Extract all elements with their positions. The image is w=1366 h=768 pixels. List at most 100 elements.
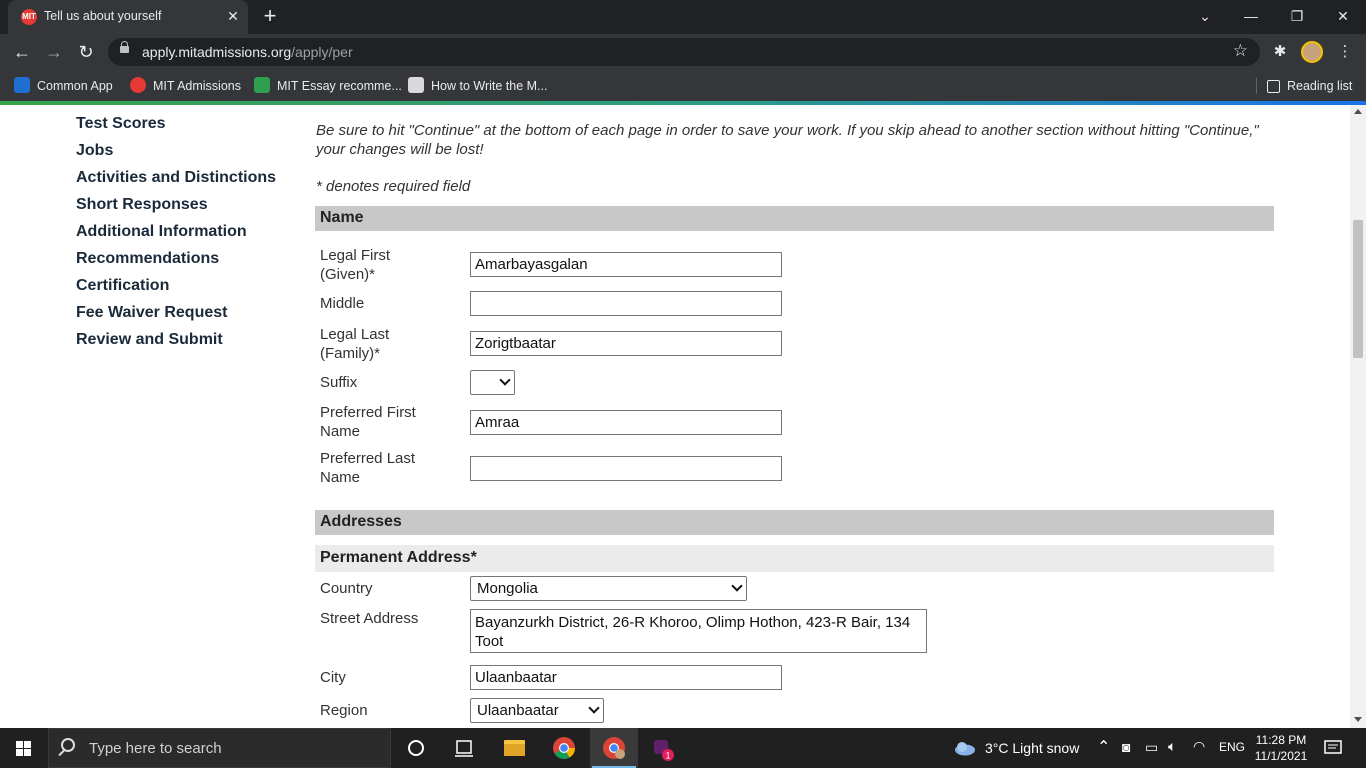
chrome-icon <box>553 737 575 759</box>
page-content: Test Scores Jobs Activities and Distinct… <box>0 105 1350 728</box>
suffix-label: Suffix <box>320 374 358 391</box>
tab-strip: MIT Tell us about yourself ✕ + ⌄ — ❐ ✕ <box>0 0 1366 34</box>
bookmark-divider <box>1256 78 1257 94</box>
task-view-icon <box>455 740 473 757</box>
required-field-note: * denotes required field <box>316 178 471 195</box>
street-address-textarea[interactable]: Bayanzurkh District, 26-R Khoroo, Olimp … <box>470 609 927 653</box>
chevron-down-icon <box>588 702 600 714</box>
task-view-button[interactable] <box>440 728 488 768</box>
cortana-circle-icon <box>408 740 424 756</box>
scroll-down-arrow-icon[interactable] <box>1354 717 1362 722</box>
sidebar-item-test-scores[interactable]: Test Scores <box>76 115 166 133</box>
chrome-button[interactable] <box>540 728 588 768</box>
meet-now-icon[interactable]: ◙ <box>1122 739 1130 755</box>
clock-date: 11/1/2021 <box>1254 749 1308 763</box>
legal-last-name-input[interactable] <box>470 331 782 356</box>
legal-first-label: Legal First (Given)* <box>320 247 391 283</box>
name-section-header: Name <box>315 206 1274 231</box>
legal-first-name-input[interactable] <box>470 252 782 277</box>
reading-list-button[interactable]: Reading list <box>1267 76 1352 96</box>
cortana-button[interactable] <box>392 728 440 768</box>
bookmarks-bar: Common App MIT Admissions MIT Essay reco… <box>0 70 1366 101</box>
taskbar-search[interactable]: Type here to search <box>48 728 391 768</box>
bookmark-how-to-write[interactable]: How to Write the M... <box>408 76 547 96</box>
permanent-address-header: Permanent Address* <box>315 545 1274 572</box>
chrome-profile-button[interactable] <box>590 728 638 768</box>
browser-toolbar: ← → ↻ apply.mitadmissions.org/apply/per … <box>0 34 1366 70</box>
reload-icon[interactable]: ↻ <box>72 38 100 66</box>
wifi-icon[interactable]: ◠ <box>1193 738 1205 755</box>
sidebar-item-certification[interactable]: Certification <box>76 277 169 295</box>
weather-text[interactable]: 3°C Light snow <box>985 740 1079 756</box>
clock-time: 11:28 PM <box>1255 733 1307 747</box>
scrollbar-thumb[interactable] <box>1353 220 1363 358</box>
windows-taskbar: Type here to search 1 3°C Light snow ⌃ ◙… <box>0 728 1366 768</box>
back-arrow-icon[interactable]: ← <box>8 38 36 66</box>
start-button[interactable] <box>0 728 48 768</box>
addresses-section-header: Addresses <box>315 510 1274 535</box>
country-select[interactable]: Mongolia <box>470 576 747 601</box>
middle-label: Middle <box>320 295 365 312</box>
bookmark-common-app[interactable]: Common App <box>14 76 113 96</box>
region-label: Region <box>320 702 368 719</box>
sidebar-item-short-responses[interactable]: Short Responses <box>76 196 208 214</box>
save-notice: Be sure to hit "Continue" at the bottom … <box>316 122 1259 158</box>
bookmark-star-icon[interactable]: ☆ <box>1233 41 1248 61</box>
chevron-down-icon <box>731 580 743 592</box>
show-hidden-icons-chevron-icon[interactable]: ⌃ <box>1097 737 1110 757</box>
sidebar-item-jobs[interactable]: Jobs <box>76 142 113 160</box>
slack-badge-count: 1 <box>665 751 670 761</box>
preferred-first-name-input[interactable] <box>470 410 782 435</box>
battery-icon[interactable]: ▭ <box>1145 739 1158 756</box>
new-tab-button[interactable]: + <box>258 5 282 29</box>
forward-arrow-icon[interactable]: → <box>40 38 68 66</box>
preferred-last-label: Preferred Last Name <box>320 450 416 486</box>
person-thumbnail-icon <box>408 77 424 93</box>
city-label: City <box>320 669 346 686</box>
folder-icon <box>504 740 525 756</box>
tab-search-chevron-icon[interactable]: ⌄ <box>1182 0 1228 32</box>
mit-favicon-icon: MIT <box>21 9 37 25</box>
tab-title: Tell us about yourself <box>44 9 162 23</box>
sidebar-item-recommendations[interactable]: Recommendations <box>76 250 219 268</box>
sidebar-item-activities[interactable]: Activities and Distinctions <box>76 169 276 187</box>
preferred-first-label: Preferred First Name <box>320 404 416 440</box>
notification-center-icon[interactable] <box>1324 740 1342 756</box>
bookmark-mit-admissions[interactable]: MIT Admissions <box>130 76 241 96</box>
url-text: apply.mitadmissions.org/apply/per <box>142 44 353 60</box>
address-bar[interactable]: apply.mitadmissions.org/apply/per ☆ <box>108 38 1260 66</box>
slack-icon: 1 <box>654 740 674 761</box>
city-input[interactable] <box>470 665 782 690</box>
minimize-button[interactable]: — <box>1228 0 1274 32</box>
menu-kebab-icon[interactable]: ⋮ <box>1333 40 1357 64</box>
weather-cloud-icon <box>955 742 975 756</box>
close-tab-icon[interactable]: ✕ <box>223 6 243 26</box>
page-scrollbar[interactable] <box>1350 105 1366 728</box>
volume-icon[interactable]: 🔈︎ <box>1168 738 1176 755</box>
region-select[interactable]: Ulaanbaatar <box>470 698 604 723</box>
legal-last-label: Legal Last (Family)* <box>320 326 390 362</box>
middle-name-input[interactable] <box>470 291 782 316</box>
sidebar-item-fee-waiver[interactable]: Fee Waiver Request <box>76 304 227 322</box>
bookmark-mit-essay[interactable]: MIT Essay recomme... <box>254 76 402 96</box>
file-explorer-button[interactable] <box>490 728 538 768</box>
lock-icon <box>120 41 129 53</box>
sidebar-item-additional-info[interactable]: Additional Information <box>76 223 247 241</box>
language-indicator[interactable]: ENG <box>1219 740 1245 754</box>
scroll-up-arrow-icon[interactable] <box>1354 109 1362 114</box>
sidebar-item-review-submit[interactable]: Review and Submit <box>76 331 223 349</box>
suffix-select[interactable] <box>470 370 515 395</box>
close-window-button[interactable]: ✕ <box>1320 0 1366 32</box>
extensions-puzzle-icon[interactable]: ✱ <box>1268 40 1292 64</box>
search-icon <box>61 738 75 752</box>
preferred-last-name-input[interactable] <box>470 456 782 481</box>
reading-list-icon <box>1267 80 1280 93</box>
profile-avatar[interactable] <box>1301 41 1323 63</box>
slack-button[interactable]: 1 <box>638 728 686 768</box>
restore-button[interactable]: ❐ <box>1274 0 1320 32</box>
search-placeholder: Type here to search <box>89 740 222 757</box>
country-label: Country <box>320 580 373 597</box>
active-tab[interactable]: MIT Tell us about yourself ✕ <box>8 0 248 34</box>
system-clock[interactable]: 11:28 PM 11/1/2021 <box>1253 732 1309 764</box>
chevron-down-icon <box>499 374 511 386</box>
